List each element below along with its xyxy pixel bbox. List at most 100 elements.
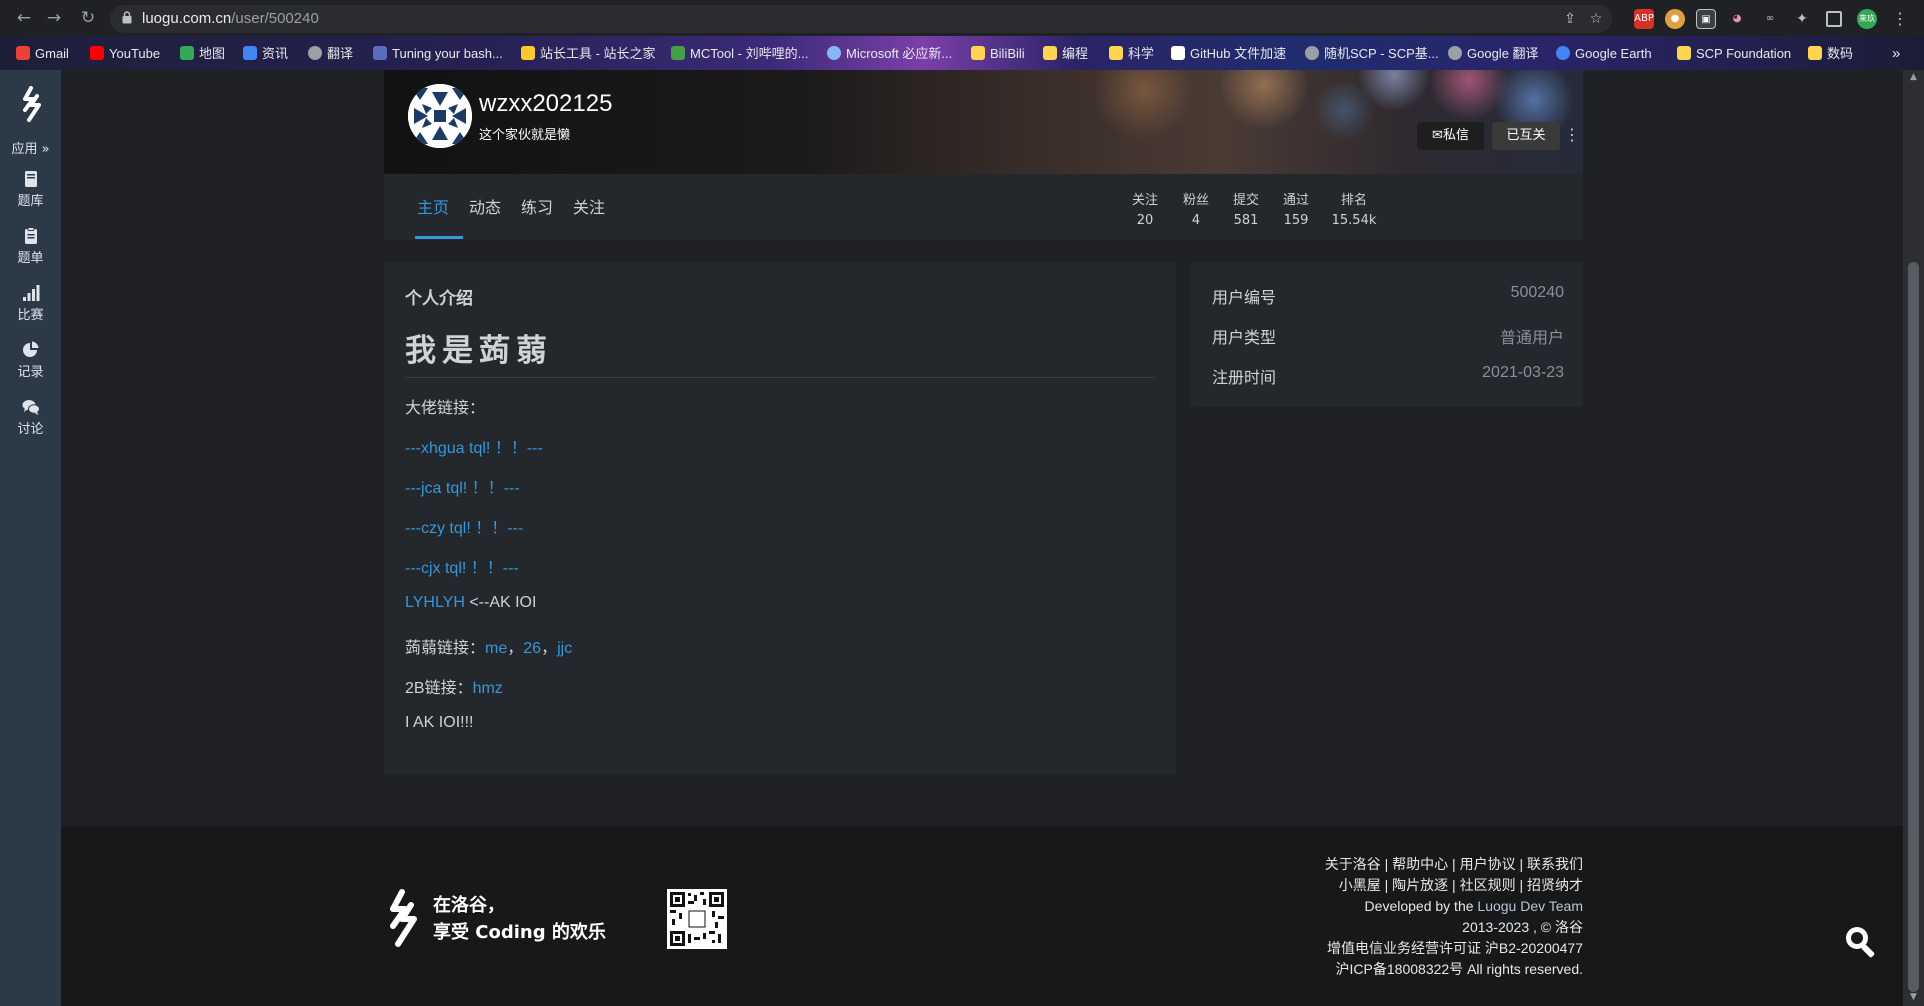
cat-extension-icon[interactable]: ◕ <box>1727 9 1747 29</box>
bookmark-item[interactable]: Gmail <box>16 45 69 63</box>
intro-link[interactable]: ---xhgua tql! ！！--- <box>405 434 543 458</box>
rail-item-problems[interactable]: 题库 <box>0 170 61 209</box>
bookmark-item[interactable]: GitHub 文件加速 <box>1171 45 1286 63</box>
bookmark-item[interactable]: BiliBili <box>971 45 1025 63</box>
bookmark-item[interactable]: 数码 <box>1808 45 1853 63</box>
tab-home[interactable]: 主页 <box>417 194 449 218</box>
address-bar[interactable]: luogu.com.cn/user/500240 ⇪ ☆ <box>110 5 1612 33</box>
puzzle-icon[interactable]: ✦ <box>1792 9 1812 29</box>
identicon-image <box>408 84 472 148</box>
bookmark-item[interactable]: Google Earth <box>1556 45 1652 63</box>
footer-link-rules[interactable]: 社区规则 <box>1460 877 1516 893</box>
footer-link-terms[interactable]: 用户协议 <box>1460 856 1516 872</box>
page-icon <box>521 46 535 60</box>
tab-practice[interactable]: 练习 <box>521 194 553 218</box>
translate-icon <box>308 46 322 60</box>
footer-link-about[interactable]: 关于洛谷 <box>1325 856 1381 872</box>
stat-followers[interactable]: 粉丝 4 <box>1172 189 1220 228</box>
scrollbar-thumb[interactable] <box>1908 262 1919 992</box>
bookmark-item[interactable]: MCTool - 刘哔哩的... <box>671 45 808 63</box>
bookmark-item[interactable]: Tuning your bash... <box>373 45 503 63</box>
profile-avatar-icon[interactable]: 来玖 <box>1857 9 1877 29</box>
footer-license[interactable]: 增值电信业务经营许可证 沪B2-20200477 <box>1325 938 1583 959</box>
adblock-extension-icon[interactable]: ABP <box>1634 9 1654 29</box>
glasses-extension-icon[interactable]: ∞ <box>1760 9 1780 29</box>
intro-link[interactable]: LYHLYH <box>405 594 465 611</box>
news-icon <box>243 46 257 60</box>
earth-icon <box>1556 46 1570 60</box>
intro-link[interactable]: hmz <box>473 680 503 697</box>
intro-card: 个人介绍 我是蒟蒻 大佬链接： ---xhgua tql! ！！--- ---j… <box>384 262 1176 774</box>
tab-following[interactable]: 关注 <box>573 194 605 218</box>
separator: | <box>1380 877 1393 893</box>
intro-link[interactable]: me <box>485 640 507 657</box>
intro-link[interactable]: ---czy tql! ！！--- <box>405 514 523 538</box>
cookie-extension-icon[interactable]: ● <box>1665 9 1685 29</box>
scroll-down-icon[interactable]: ▼ <box>1908 992 1919 1004</box>
bookmark-item[interactable]: Google 翻译 <box>1448 45 1539 63</box>
intro-link[interactable]: jjc <box>557 640 572 657</box>
active-tab-indicator <box>415 236 463 239</box>
bookmark-item[interactable]: YouTube <box>90 45 160 63</box>
side-panel-icon[interactable] <box>1826 11 1842 27</box>
luogu-logo-icon[interactable] <box>17 86 47 122</box>
profile-banner: wzxx202125 这个家伙就是懒 ✉私信 已互关 ⋮ <box>384 70 1583 174</box>
more-options-icon[interactable]: ⋮ <box>1564 122 1580 150</box>
reload-icon[interactable]: ↻ <box>76 7 100 29</box>
star-icon[interactable]: ☆ <box>1586 10 1606 28</box>
tab-activity[interactable]: 动态 <box>469 194 501 218</box>
menu-kebab-icon[interactable]: ⋮ <box>1890 9 1910 29</box>
footer-links-row: 小黑屋 | 陶片放逐 | 社区规则 | 招贤纳才 <box>1325 875 1583 896</box>
footer-link-jobs[interactable]: 招贤纳才 <box>1527 877 1583 893</box>
message-button[interactable]: ✉私信 <box>1417 122 1484 150</box>
footer-link-ostracism[interactable]: 陶片放逐 <box>1392 877 1448 893</box>
bookmark-item[interactable]: 科学 <box>1109 45 1154 63</box>
footer-link-help[interactable]: 帮助中心 <box>1392 856 1448 872</box>
search-zoom-icon[interactable] <box>1843 924 1879 960</box>
share-icon[interactable]: ⇪ <box>1560 10 1580 28</box>
screen-extension-icon[interactable]: ▣ <box>1696 9 1716 29</box>
intro-link[interactable]: ---jca tql! ！！--- <box>405 474 520 498</box>
follow-status-button[interactable]: 已互关 <box>1492 122 1560 150</box>
rail-item-records[interactable]: 记录 <box>0 341 61 380</box>
bookmark-item[interactable]: 编程 <box>1043 45 1088 63</box>
info-value: 500240 <box>1510 284 1564 301</box>
footer-icp[interactable]: 沪ICP备18008322号 All rights reserved. <box>1325 959 1583 980</box>
bookmark-item[interactable]: 站长工具 - 站长之家 <box>521 45 656 63</box>
avatar[interactable] <box>408 84 472 148</box>
rail-item-problem-lists[interactable]: 题单 <box>0 227 61 266</box>
bookmark-item[interactable]: Microsoft 必应新... <box>827 45 952 63</box>
intro-heading: 我是蒟蒻 <box>405 333 553 369</box>
page-scrollbar[interactable]: ▲ ▼ <box>1903 70 1924 1006</box>
info-row-register: 注册时间 2021-03-23 <box>1212 364 1564 388</box>
bookmarks-overflow-icon[interactable]: » <box>1892 45 1900 63</box>
intro-link[interactable]: 26 <box>523 640 541 657</box>
url-text: luogu.com.cn/user/500240 <box>142 10 319 27</box>
bookmark-item[interactable]: 地图 <box>180 45 225 63</box>
stat-rank[interactable]: 排名 15.54k <box>1324 189 1384 228</box>
stat-accepted[interactable]: 通过 159 <box>1272 189 1320 228</box>
bookmark-item[interactable]: 随机SCP - SCP基... <box>1305 45 1439 63</box>
info-value: 普通用户 <box>1499 330 1564 347</box>
bookmarks-bar: Gmail YouTube 地图 资讯 翻译 Tuning your bash.… <box>0 36 1924 70</box>
intro-link[interactable]: ---cjx tql! ！！--- <box>405 554 519 578</box>
footer-link-dev-team[interactable]: Luogu Dev Team <box>1477 898 1583 914</box>
rail-item-contests[interactable]: 比赛 <box>0 284 61 323</box>
footer-link-contact[interactable]: 联系我们 <box>1527 856 1583 872</box>
stat-label: 排名 <box>1340 193 1367 208</box>
bookmark-item[interactable]: 翻译 <box>308 45 353 63</box>
rail-apps-toggle[interactable]: 应用 » <box>0 138 61 157</box>
footer-link-blacklist[interactable]: 小黑屋 <box>1339 877 1381 893</box>
back-icon[interactable]: ← <box>12 7 36 29</box>
stat-submissions[interactable]: 提交 581 <box>1222 189 1270 228</box>
intro-line: I AK IOI!!! <box>405 714 474 731</box>
rail-item-discuss[interactable]: 讨论 <box>0 398 61 437</box>
rail-item-label: 题单 <box>17 251 44 266</box>
stat-following[interactable]: 关注 20 <box>1121 189 1169 228</box>
forward-icon[interactable]: → <box>42 7 66 29</box>
scroll-up-icon[interactable]: ▲ <box>1908 72 1919 84</box>
github-icon <box>1171 46 1185 60</box>
bookmark-item[interactable]: 资讯 <box>243 45 288 63</box>
folder-icon <box>971 46 985 60</box>
bookmark-item[interactable]: SCP Foundation <box>1677 45 1791 63</box>
